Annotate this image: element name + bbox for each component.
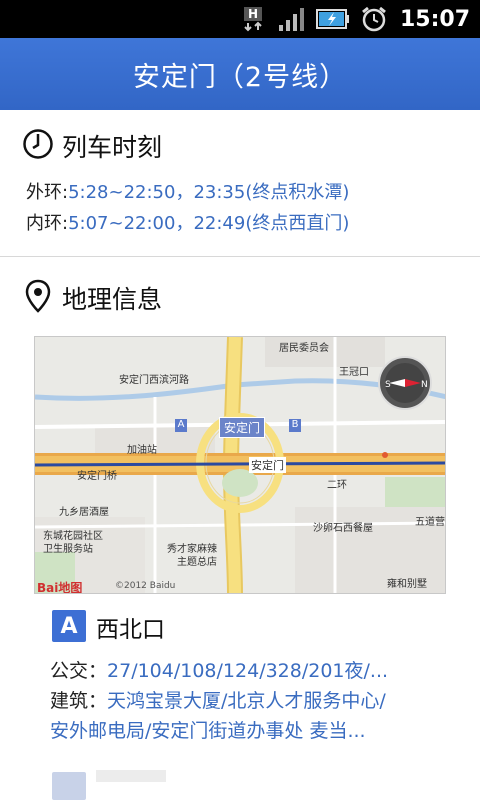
map-shaluan-label: 沙卵石西餐屋 [313, 523, 373, 534]
next-exit-badge [52, 772, 86, 800]
battery-charging-icon [315, 6, 350, 32]
map-wudao-label: 五道营 [415, 517, 445, 528]
map-rest-label-2: 主题总店 [177, 557, 217, 568]
map-exit-b: B [289, 419, 301, 432]
exit-bus-info[interactable]: 公交：27/104/108/124/328/201夜/... [50, 656, 388, 683]
geo-heading: 地理信息 [22, 278, 162, 318]
map-wangguan-label: 王冠口 [339, 367, 369, 378]
timetable-row-outer: 外环:5:28~22:50，23:35(终点积水潭) [26, 178, 349, 204]
building-label: 建筑： [50, 690, 108, 712]
map-hotel-label: 九乡居酒屋 [59, 507, 109, 518]
map-yonghe-label: 雍和别墅 [387, 579, 427, 590]
map-station-label: 安定门 [219, 417, 266, 438]
page-title: 安定门（2号线） [132, 61, 348, 93]
status-time: 15:07 [399, 6, 470, 32]
bus-label: 公交： [50, 660, 108, 682]
next-exit-name-placeholder [96, 770, 166, 782]
map-ring-label: 二环 [327, 480, 347, 491]
status-icons: H 15:07 [242, 4, 470, 34]
svg-text:S: S [385, 380, 391, 390]
building-value: 天鸿宝景大厦/北京人才服务中心/ [107, 690, 386, 712]
timetable-row-inner: 内环:5:07~22:00，22:49(终点西直门) [26, 209, 349, 235]
compass-icon[interactable]: S N [377, 355, 433, 411]
exit-name: 西北口 [96, 617, 165, 643]
map-metro-label: 安定门 [249, 457, 286, 473]
bus-value: 27/104/108/124/328/201夜/... [107, 660, 389, 682]
svg-text:N: N [421, 380, 428, 390]
timetable-title: 列车时刻 [62, 133, 163, 162]
timetable-row-value: 5:28~22:50，23:35(终点积水潭) [68, 182, 350, 203]
location-pin-icon [22, 278, 54, 318]
timetable-row-value: 5:07~22:00，22:49(终点西直门) [68, 213, 350, 234]
signal-icon [278, 6, 306, 32]
map-clinic-label-2: 卫生服务站 [43, 544, 93, 555]
map-gas-label: 加油站 [127, 445, 157, 456]
h-network-icon: H [242, 6, 268, 32]
timetable-row-label: 内环: [26, 213, 69, 234]
map-exit-a: A [175, 419, 187, 432]
exit-badge: A [52, 610, 86, 642]
alarm-icon [360, 5, 388, 33]
section-divider [0, 256, 480, 257]
svg-text:H: H [248, 7, 258, 21]
timetable-row-label: 外环: [26, 182, 69, 203]
exit-building-info[interactable]: 建筑：天鸿宝景大厦/北京人才服务中心/ [50, 686, 386, 713]
baidu-map-logo: Bai地图 [37, 581, 83, 594]
clock-icon [22, 128, 54, 164]
geo-title: 地理信息 [62, 285, 163, 314]
title-bar: 安定门（2号线） [0, 38, 480, 110]
exit-building-info-cont[interactable]: 安外邮电局/安定门街道办事处 麦当... [50, 716, 366, 743]
map-jumin-label: 居民委员会 [279, 343, 329, 354]
map-bridge-label: 安定门桥 [77, 471, 117, 482]
content: 列车时刻 外环:5:28~22:50，23:35(终点积水潭) 内环:5:07~… [0, 110, 480, 800]
station-map[interactable]: 安定门 A B 安定门 安定门西滨河路 加油站 安定门桥 二环 九乡居酒屋 东城… [34, 336, 446, 594]
map-copyright: ©2012 Baidu [115, 581, 176, 591]
status-bar: H 15:07 [0, 0, 480, 38]
map-road-label: 安定门西滨河路 [119, 375, 189, 386]
timetable-heading: 列车时刻 [22, 128, 162, 164]
